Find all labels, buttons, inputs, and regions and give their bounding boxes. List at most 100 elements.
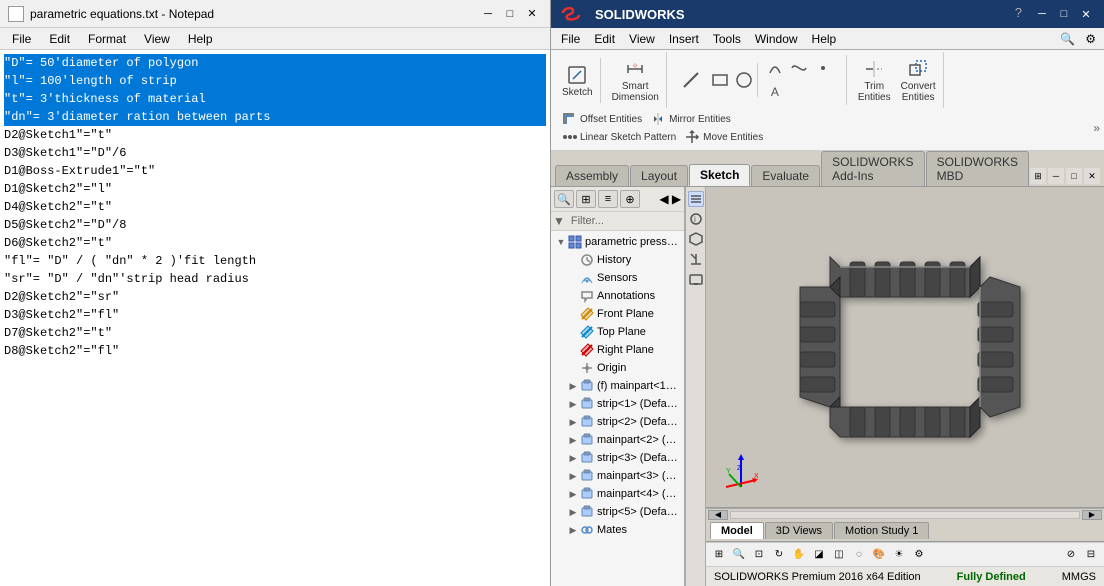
convert-entities-button[interactable]: ConvertEntities [896,54,941,106]
horizontal-scrollbar[interactable]: ◀ ▶ [706,508,1104,520]
sw-minimize-button[interactable]: ─ [1032,5,1052,23]
bottom-zoom-area-button[interactable]: ⊡ [750,546,768,564]
bottom-zoom-button[interactable]: 🔍 [730,546,748,564]
tree-item[interactable]: Front Plane [553,305,682,323]
spline-button[interactable] [788,57,810,79]
panel-minimize-button[interactable]: ─ [1048,168,1064,184]
offset-entities-button[interactable]: Offset Entities [557,110,646,128]
sw-options-icon[interactable]: ⚙ [1081,32,1100,46]
sketch-button[interactable]: Sketch [557,60,598,101]
notepad-minimize-button[interactable]: ─ [478,5,498,23]
tree-item[interactable]: ▶strip<2> (Default<< [553,413,682,431]
sw-menu-edit[interactable]: Edit [588,30,621,48]
circle-button[interactable] [733,69,755,91]
toolbar-expand-button[interactable]: » [1093,121,1100,135]
line-button[interactable] [673,65,709,95]
trim-entities-button[interactable]: TrimEntities [853,54,896,106]
panel-close-button[interactable]: ✕ [1084,168,1100,184]
notepad-menu-help[interactable]: Help [180,30,221,48]
tree-item[interactable]: Origin [553,359,682,377]
text-button[interactable]: A [764,81,786,103]
panel-maximize-button[interactable]: □ [1066,168,1082,184]
bottom-view-palette-button[interactable]: ⊟ [1082,546,1100,564]
sw-menu-file[interactable]: File [555,30,586,48]
tab-sketch[interactable]: Sketch [689,164,750,186]
tree-item[interactable]: ▶(f) mainpart<1> (De... [553,377,682,395]
tree-item[interactable]: Top Plane [553,323,682,341]
sw-menu-tools[interactable]: Tools [707,30,747,48]
tree-list-button[interactable]: ≡ [598,190,618,208]
tree-expand-button[interactable]: ⊕ [620,190,640,208]
notepad-maximize-button[interactable]: □ [500,5,520,23]
bottom-view-selector-button[interactable]: ◪ [810,546,828,564]
arc-button[interactable] [764,57,786,79]
tab-solidworks-mbd[interactable]: SOLIDWORKS MBD [926,151,1029,186]
tree-item[interactable]: ▶strip<3> (Default<< [553,449,682,467]
notepad-content[interactable]: "D"= 50'diameter of polygon"l"= 100'leng… [0,50,550,586]
notepad-menu-file[interactable]: File [4,30,39,48]
scrollbar-track[interactable] [730,511,1080,519]
bottom-display-style-button[interactable]: ◫ [830,546,848,564]
sw-search-icon[interactable]: 🔍 [1056,32,1079,46]
toolbar-expand-icon[interactable]: » [1093,121,1100,135]
smart-dimension-button[interactable]: ⬦ SmartDimension [607,54,664,106]
filter-icon[interactable]: ▼ [553,214,565,228]
tree-item[interactable]: ▶mainpart<2> (Defau... [553,431,682,449]
sidebar-feature-manager-button[interactable] [688,191,704,207]
sw-maximize-button[interactable]: □ [1054,5,1074,23]
scroll-right-button[interactable]: ▶ [1082,510,1102,520]
tree-arrow-button[interactable]: ◀ ▶ [659,190,681,208]
scroll-left-button[interactable]: ◀ [708,510,728,520]
tab-layout[interactable]: Layout [630,165,688,186]
tree-item[interactable]: History [553,251,682,269]
sw-help-icon[interactable]: ? [1015,5,1022,23]
tab-assembly[interactable]: Assembly [555,165,629,186]
sidebar-display-manager-button[interactable] [688,271,704,287]
sw-menu-window[interactable]: Window [749,30,804,48]
tree-item[interactable]: ▶mainpart<4> (Defau... [553,485,682,503]
sidebar-property-manager-button[interactable]: i [688,211,704,227]
sidebar-dim-xpert-button[interactable] [688,251,704,267]
model-tab-model[interactable]: Model [710,522,764,539]
tree-item-label: mainpart<2> (Defau... [597,434,680,446]
bottom-hide-show-button[interactable]: ◌ [850,546,868,564]
model-tab-3dviews[interactable]: 3D Views [765,522,833,539]
notepad-menu-edit[interactable]: Edit [41,30,78,48]
sidebar-config-manager-button[interactable] [688,231,704,247]
tree-search-button[interactable]: 🔍 [554,190,574,208]
tree-item[interactable]: ▶strip<1> (Default<< [553,395,682,413]
rectangle-button[interactable] [709,69,731,91]
sw-feature-tree[interactable]: ▼ parametric pressfit (Defa HistorySenso… [551,231,684,586]
bottom-rotate-button[interactable]: ↻ [770,546,788,564]
bottom-zoom-fit-button[interactable]: ⊞ [710,546,728,564]
tab-evaluate[interactable]: Evaluate [751,165,820,186]
sw-close-button[interactable]: ✕ [1076,5,1096,23]
notepad-menu-view[interactable]: View [136,30,178,48]
linear-sketch-pattern-button[interactable]: Linear Sketch Pattern [557,128,680,146]
sw-menu-help[interactable]: Help [806,30,843,48]
mirror-entities-button[interactable]: Mirror Entities [646,110,735,128]
bottom-view-settings-button[interactable]: ⚙ [910,546,928,564]
tree-item[interactable]: ▶Mates [553,521,682,539]
move-entities-button[interactable]: Move Entities [680,128,767,146]
tree-item[interactable]: Sensors [553,269,682,287]
tree-item[interactable]: ▶mainpart<3> (Defau... [553,467,682,485]
bottom-section-view-button[interactable]: ⊘ [1062,546,1080,564]
tree-item[interactable]: Annotations [553,287,682,305]
tab-solidworks-addins[interactable]: SOLIDWORKS Add-Ins [821,151,925,186]
model-tab-motion[interactable]: Motion Study 1 [834,522,929,539]
sw-3d-viewport[interactable]: Z X Y ◀ ▶ Model 3D Views Mo [706,187,1104,586]
tree-filter-button[interactable]: ⊞ [576,190,596,208]
tree-item[interactable]: ▶strip<5> (Default<< [553,503,682,521]
sw-menu-insert[interactable]: Insert [663,30,705,48]
sw-menu-view[interactable]: View [623,30,661,48]
tree-root-item[interactable]: ▼ parametric pressfit (Defa [553,233,682,251]
notepad-close-button[interactable]: ✕ [522,5,542,23]
panel-restore-button[interactable]: ⊞ [1030,168,1046,184]
tree-item[interactable]: Right Plane [553,341,682,359]
notepad-menu-format[interactable]: Format [80,30,134,48]
bottom-scene-button[interactable]: ☀ [890,546,908,564]
bottom-pan-button[interactable]: ✋ [790,546,808,564]
bottom-edit-appearance-button[interactable]: 🎨 [870,546,888,564]
point-button[interactable] [812,57,834,79]
